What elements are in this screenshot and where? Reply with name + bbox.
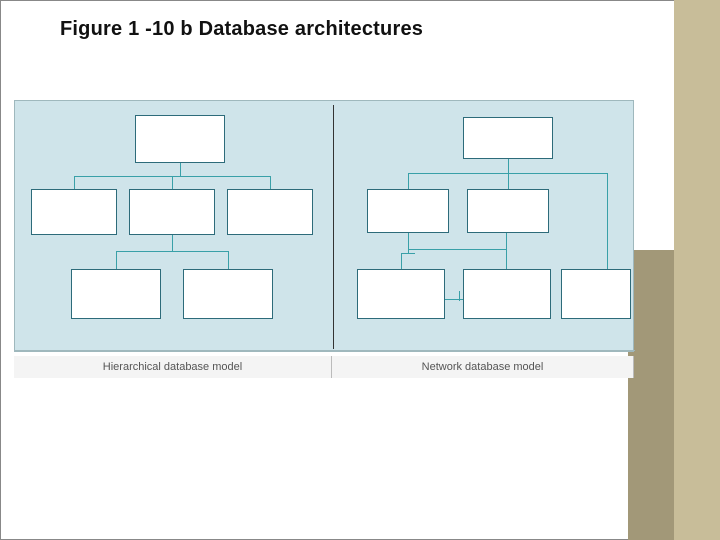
caption-row: Hierarchical database model Network data… bbox=[14, 356, 634, 378]
net-mid-2 bbox=[467, 189, 549, 233]
n-drop-c2 bbox=[508, 173, 509, 189]
hier-grandchild-2 bbox=[183, 269, 273, 319]
caption-network: Network database model bbox=[332, 356, 634, 378]
n-root-stem bbox=[508, 159, 509, 173]
hier-grandchild-1 bbox=[71, 269, 161, 319]
n-c2-stem bbox=[506, 233, 507, 269]
h-drop-g1 bbox=[116, 251, 117, 269]
net-root-node bbox=[463, 117, 553, 159]
h-drop-c3 bbox=[270, 176, 271, 189]
n-cross-up bbox=[459, 291, 460, 301]
caption-hierarchical: Hierarchical database model bbox=[14, 356, 332, 378]
figure-title: Figure 1 -10 b Database architectures bbox=[60, 18, 423, 41]
hier-child-3 bbox=[227, 189, 313, 235]
slide: Figure 1 -10 b Database architectures bbox=[0, 0, 720, 540]
net-bottom-2 bbox=[463, 269, 551, 319]
h-drop-g2 bbox=[228, 251, 229, 269]
h-root-stem bbox=[180, 163, 181, 176]
decor-stripe-outer bbox=[674, 0, 720, 540]
net-bottom-3 bbox=[561, 269, 631, 319]
n-right-long bbox=[607, 173, 608, 269]
h-c2-stem bbox=[172, 235, 173, 251]
h-drop-c1 bbox=[74, 176, 75, 189]
hier-child-1 bbox=[31, 189, 117, 235]
n-drop-g1 bbox=[401, 253, 402, 269]
h-drop-c2 bbox=[172, 176, 173, 189]
hier-child-2 bbox=[129, 189, 215, 235]
diagram-panel bbox=[14, 100, 634, 352]
n-drop-c1 bbox=[408, 173, 409, 189]
hier-root-node bbox=[135, 115, 225, 163]
panel-divider bbox=[333, 105, 334, 349]
h-c2-bus bbox=[116, 251, 228, 252]
net-bottom-1 bbox=[357, 269, 445, 319]
n-c1-bus-a bbox=[401, 253, 415, 254]
n-c1c2-bus bbox=[408, 249, 506, 250]
panel-baseline bbox=[15, 350, 635, 351]
decor-stripe-inner bbox=[628, 250, 674, 540]
net-mid-1 bbox=[367, 189, 449, 233]
